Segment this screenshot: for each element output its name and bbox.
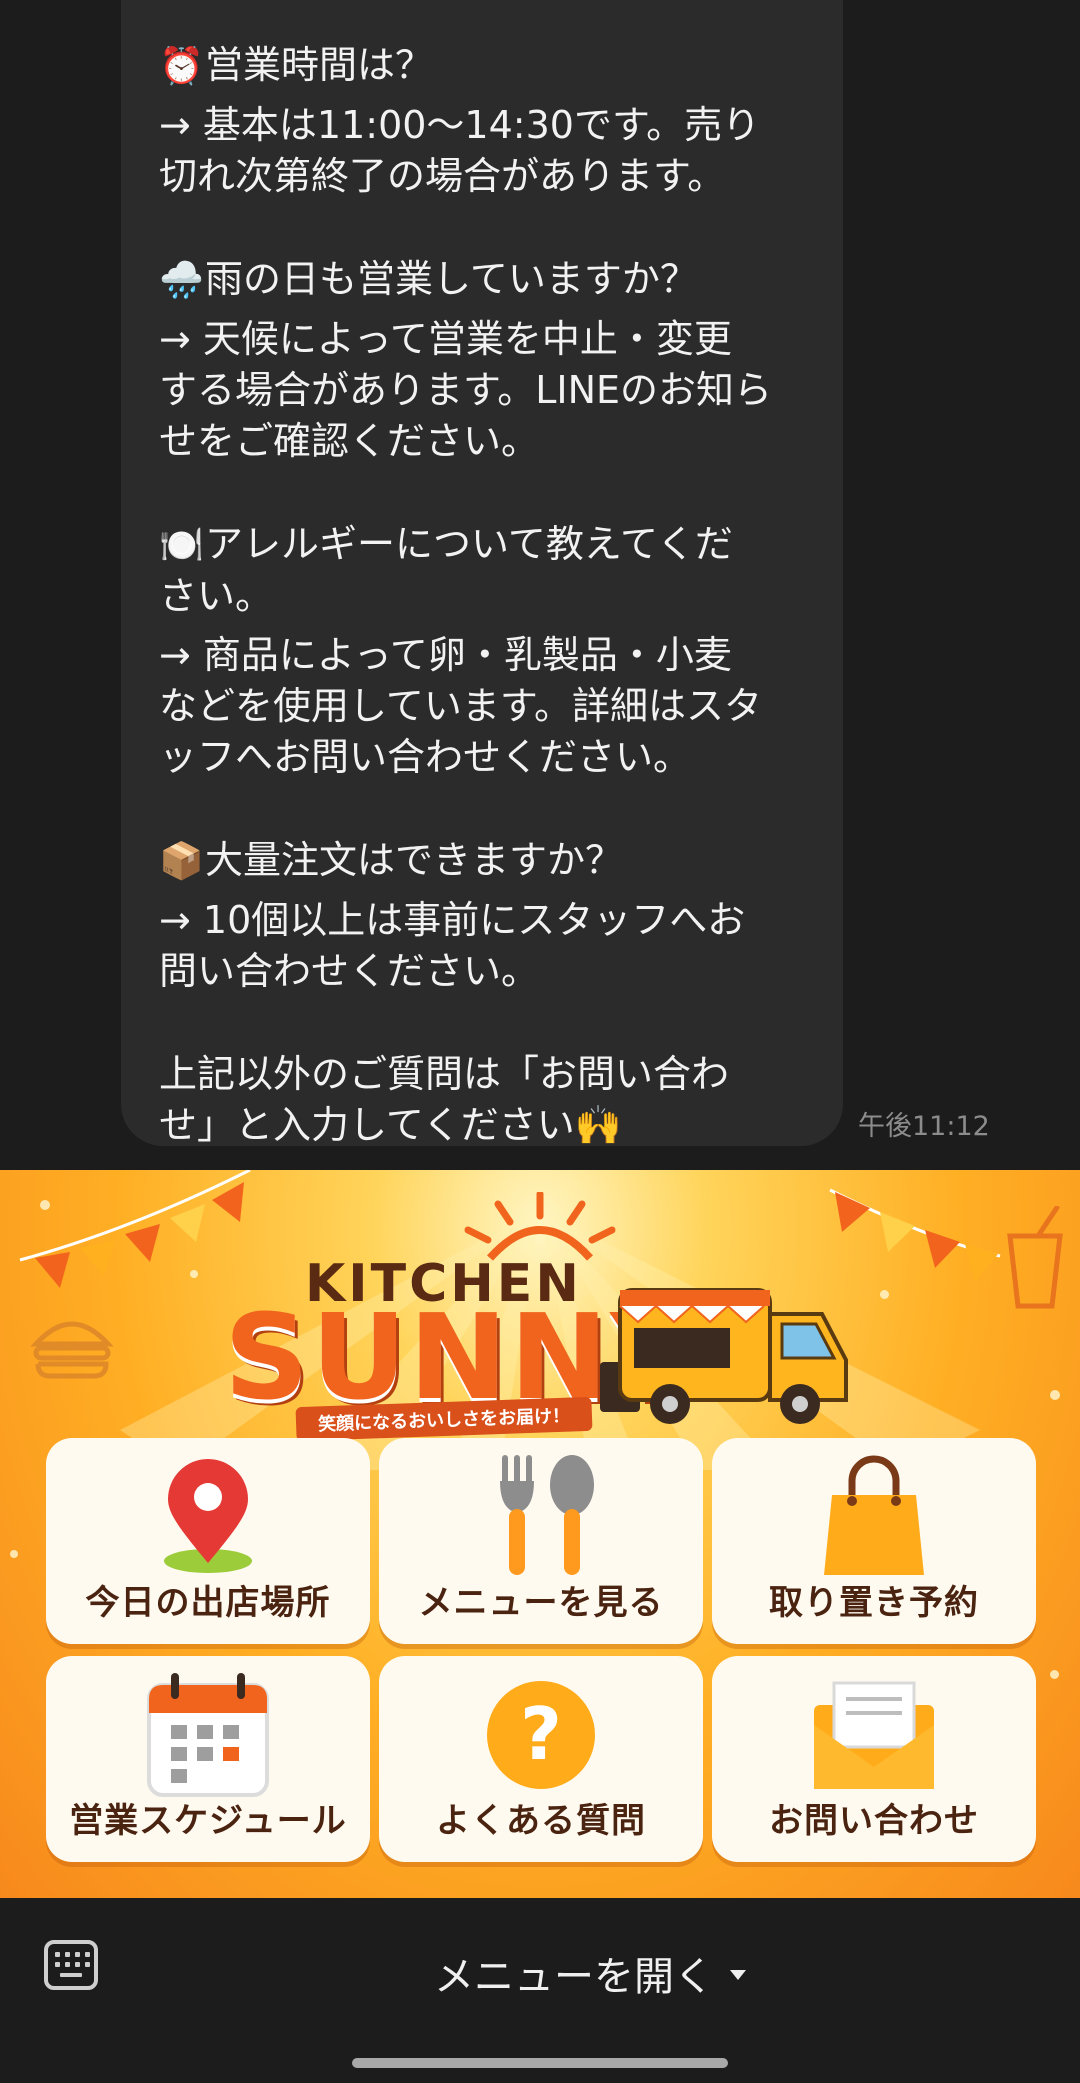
home-indicator[interactable] bbox=[352, 2058, 728, 2068]
keyboard-icon[interactable] bbox=[44, 1940, 98, 1990]
chat-area: ⏰営業時間は？ → 基本は11:00〜14:30です。売り 切れ次第終了の場合が… bbox=[0, 0, 1080, 1170]
faq-question: アレルギーについて教えてくだ bbox=[205, 522, 733, 566]
faq-answer-line: 切れ次第終了の場合があります。 bbox=[159, 154, 726, 198]
rain-cloud-icon: 🌧️ bbox=[159, 260, 204, 301]
calendar-icon bbox=[147, 1673, 269, 1797]
faq-answer-line: する場合があります。LINEのお知ら bbox=[159, 368, 773, 412]
message-text: ⏰営業時間は？ → 基本は11:00〜14:30です。売り 切れ次第終了の場合が… bbox=[159, 40, 819, 1151]
food-truck-icon bbox=[600, 1288, 848, 1424]
faq-button-label: よくある質問 bbox=[436, 1801, 646, 1841]
envelope-icon bbox=[814, 1681, 934, 1789]
menu-button[interactable]: メニューを見る bbox=[379, 1438, 703, 1644]
faq-question: 大量注文はできますか？ bbox=[205, 838, 624, 882]
message-timestamp: 午後11:12 bbox=[858, 1111, 990, 1142]
open-menu-label: メニューを開く bbox=[434, 1954, 714, 2000]
faq-button[interactable]: ? よくある質問 bbox=[379, 1656, 703, 1862]
svg-text:?: ? bbox=[520, 1692, 562, 1776]
question-icon: ? bbox=[487, 1681, 595, 1789]
faq-answer-line: ッフへお問い合わせください。 bbox=[159, 735, 692, 779]
alarm-clock-icon: ⏰ bbox=[159, 46, 204, 87]
faq-item: 🌧️雨の日も営業していますか？ → 天候によって営業を中止・変更 する場合があり… bbox=[159, 254, 819, 467]
bottom-bar: メニューを開く bbox=[0, 1898, 1080, 2083]
faq-question: 営業時間は？ bbox=[205, 43, 434, 87]
contact-button[interactable]: お問い合わせ bbox=[712, 1656, 1036, 1862]
faq-answer-line: → 天候によって営業を中止・変更 bbox=[159, 317, 732, 361]
faq-answer-line: → 10個以上は事前にスタッフへお bbox=[159, 898, 746, 942]
faq-question-cont: さい。 bbox=[159, 574, 274, 618]
schedule-button[interactable]: 営業スケジュール bbox=[46, 1656, 370, 1862]
faq-answer-line: → 商品によって卵・乳製品・小麦 bbox=[159, 633, 732, 677]
faq-item: 📦大量注文はできますか？ → 10個以上は事前にスタッフへお 問い合わせください… bbox=[159, 835, 819, 997]
faq-answer-line: 問い合わせください。 bbox=[159, 949, 540, 993]
faq-answer-line: せをご確認ください。 bbox=[159, 419, 540, 463]
package-icon: 📦 bbox=[159, 841, 204, 882]
closing-note: 上記以外のご質問は「お問い合わ せ」と入力してください🙌 bbox=[159, 1049, 819, 1151]
caret-down-icon bbox=[730, 1970, 746, 1980]
reserve-button[interactable]: 取り置き予約 bbox=[712, 1438, 1036, 1644]
faq-answer-line: → 基本は11:00〜14:30です。売り bbox=[159, 103, 761, 147]
confetti-dot bbox=[1050, 1670, 1059, 1679]
menu-button-label: メニューを見る bbox=[418, 1583, 664, 1623]
confetti-dot bbox=[10, 1550, 18, 1558]
rich-menu: KITCHEN SUNNY 笑顔になるおいしさをお届け！ 今日の出店場所 メニュ… bbox=[0, 1170, 1080, 1898]
contact-button-label: お問い合わせ bbox=[769, 1801, 979, 1841]
faq-item: ⏰営業時間は？ → 基本は11:00〜14:30です。売り 切れ次第終了の場合が… bbox=[159, 40, 819, 202]
plate-icon: 🍽️ bbox=[159, 525, 204, 566]
open-menu-button[interactable]: メニューを開く bbox=[434, 1944, 746, 2002]
schedule-button-label: 営業スケジュール bbox=[69, 1801, 347, 1841]
location-button-label: 今日の出店場所 bbox=[85, 1583, 331, 1623]
shopping-bag-icon bbox=[824, 1455, 924, 1575]
rich-menu-grid: 今日の出店場所 メニューを見る 取り置き予約 営業スケジュール ? よくある質問… bbox=[46, 1438, 1036, 1862]
closing-line: せ」と入力してください🙌 bbox=[159, 1103, 623, 1147]
closing-line: 上記以外のご質問は「お問い合わ bbox=[159, 1052, 730, 1096]
fork-spoon-icon bbox=[500, 1455, 594, 1575]
map-pin-icon bbox=[164, 1459, 252, 1573]
faq-question: 雨の日も営業していますか？ bbox=[205, 257, 698, 301]
brand-header: KITCHEN SUNNY 笑顔になるおいしさをお届け！ bbox=[0, 1170, 1080, 1442]
reserve-button-label: 取り置き予約 bbox=[769, 1583, 979, 1623]
faq-item: 🍽️アレルギーについて教えてくだ さい。 → 商品によって卵・乳製品・小麦 など… bbox=[159, 519, 819, 783]
faq-answer-line: などを使用しています。詳細はスタ bbox=[159, 684, 763, 728]
location-button[interactable]: 今日の出店場所 bbox=[46, 1438, 370, 1644]
sun-icon bbox=[464, 1192, 616, 1261]
